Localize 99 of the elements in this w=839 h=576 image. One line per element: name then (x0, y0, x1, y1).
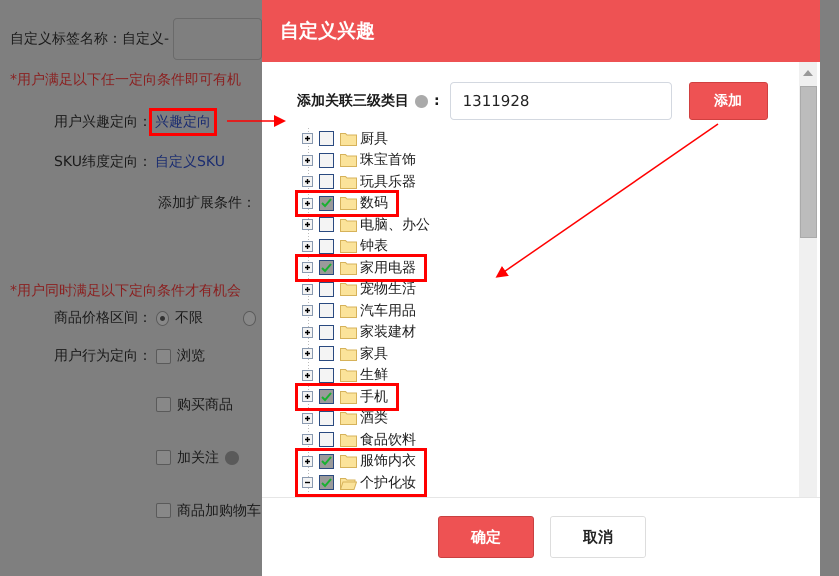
checkbox-label: 购买商品 (177, 396, 233, 414)
checkbox[interactable] (319, 454, 334, 469)
category-label[interactable]: 数码 (360, 194, 388, 212)
category-label[interactable]: 汽车用品 (360, 302, 416, 320)
checkbox[interactable] (156, 450, 171, 465)
radio-label: 不限 (175, 309, 203, 327)
field-label: 用户行为定向： (53, 347, 152, 365)
folder-icon (340, 411, 357, 426)
cancel-button[interactable]: 取消 (550, 516, 646, 558)
checkbox[interactable] (319, 131, 334, 146)
checkbox-label: 加关注 (177, 448, 219, 466)
category-label[interactable]: 玩具乐器 (360, 172, 416, 191)
checkbox-label: 浏览 (177, 347, 205, 365)
checkbox[interactable] (319, 196, 334, 211)
notice-text: *用户同时满足以下定向条件才有机会 (10, 282, 241, 300)
category-label[interactable]: 个护化妆 (360, 474, 416, 492)
category-label[interactable]: 宠物生活 (360, 280, 416, 298)
radio-button[interactable] (156, 310, 169, 326)
folder-icon (340, 454, 357, 468)
checkbox[interactable] (319, 282, 334, 297)
folder-icon (340, 432, 357, 447)
category-label[interactable]: 珠宝首饰 (360, 151, 416, 170)
expand-icon[interactable] (302, 326, 313, 338)
add-button[interactable]: 添加 (688, 82, 768, 120)
checkbox[interactable] (319, 368, 334, 383)
folder-icon (340, 282, 357, 296)
folder-icon (340, 304, 357, 318)
checkbox[interactable] (319, 410, 334, 426)
category-label[interactable]: 家用电器 (360, 258, 416, 277)
expand-icon[interactable] (302, 456, 313, 467)
category-label[interactable]: 钟表 (360, 237, 388, 256)
checkbox[interactable] (156, 397, 171, 412)
folder-icon (340, 260, 357, 275)
field-label: 用户兴趣定向： (53, 113, 152, 131)
expand-icon[interactable] (302, 305, 313, 316)
dialog-title: 自定义兴趣 (280, 19, 375, 44)
folder-icon (340, 325, 357, 340)
expand-icon[interactable] (302, 219, 313, 230)
expand-icon[interactable] (302, 370, 313, 381)
category-label[interactable]: 电脑、办公 (360, 216, 430, 234)
category-label[interactable]: 厨具 (360, 130, 388, 148)
scrollbar[interactable] (799, 62, 817, 497)
field-label: 商品价格区间： (53, 309, 152, 327)
expand-icon[interactable] (302, 176, 313, 188)
checkbox[interactable] (319, 217, 334, 232)
expand-icon[interactable] (302, 198, 313, 209)
category-label[interactable]: 家具 (360, 344, 388, 363)
confirm-button[interactable]: 确定 (438, 516, 534, 558)
radio-button[interactable] (243, 310, 256, 326)
category-label[interactable]: 食品饮料 (360, 430, 416, 449)
folder-icon (340, 174, 357, 189)
field-label: 添加扩展条件： (158, 194, 256, 212)
expand-icon[interactable] (302, 348, 313, 360)
folder-icon (340, 132, 357, 146)
checkbox[interactable] (319, 238, 334, 254)
collapse-icon[interactable] (302, 477, 313, 488)
expand-icon[interactable] (302, 412, 313, 424)
expand-icon[interactable] (302, 391, 313, 402)
folder-icon (340, 390, 357, 404)
field-label: SKU纬度定向： (53, 153, 152, 171)
checkbox[interactable] (319, 346, 334, 362)
checkbox[interactable] (319, 260, 334, 276)
checkbox[interactable] (319, 324, 334, 340)
category-label[interactable]: 酒类 (360, 409, 388, 428)
checkbox[interactable] (319, 389, 334, 404)
category-label[interactable]: 服饰内衣 (360, 452, 416, 470)
name-input[interactable] (173, 18, 262, 60)
folder-icon (340, 218, 357, 232)
colon: : (434, 93, 440, 109)
folder-icon (340, 196, 357, 210)
field-label: 自定义标签名称： (10, 30, 122, 48)
category-label[interactable]: 手机 (360, 388, 388, 406)
checkbox[interactable] (319, 174, 334, 190)
checkbox[interactable] (319, 303, 334, 318)
checkbox[interactable] (156, 348, 171, 364)
folder-icon (340, 368, 357, 382)
checkbox-label: 商品加购物车 (177, 502, 261, 520)
expand-icon[interactable] (302, 434, 313, 446)
folder-icon (340, 239, 357, 254)
annotation-arrow (227, 115, 286, 127)
expand-icon[interactable] (302, 262, 313, 274)
folder-icon (340, 476, 357, 490)
category-label[interactable]: 家装建材 (360, 323, 416, 342)
expand-icon[interactable] (302, 154, 313, 166)
name-prefix: 自定义- (122, 30, 170, 48)
checkbox[interactable] (319, 432, 334, 448)
scroll-thumb[interactable] (800, 86, 816, 238)
folder-icon (340, 153, 357, 168)
expand-icon[interactable] (302, 240, 313, 252)
expand-icon[interactable] (302, 284, 313, 295)
field-label: 添加关联三级类目 (297, 92, 409, 110)
checkbox[interactable] (319, 475, 334, 490)
expand-icon[interactable] (302, 133, 313, 144)
folder-icon (340, 346, 357, 361)
notice-text: *用户满足以下任一定向条件即可有机 (10, 71, 241, 89)
checkbox[interactable] (319, 152, 334, 168)
category-label[interactable]: 生鲜 (360, 366, 388, 384)
checkbox[interactable] (156, 503, 171, 518)
category-input[interactable]: 1311928 (450, 82, 672, 120)
